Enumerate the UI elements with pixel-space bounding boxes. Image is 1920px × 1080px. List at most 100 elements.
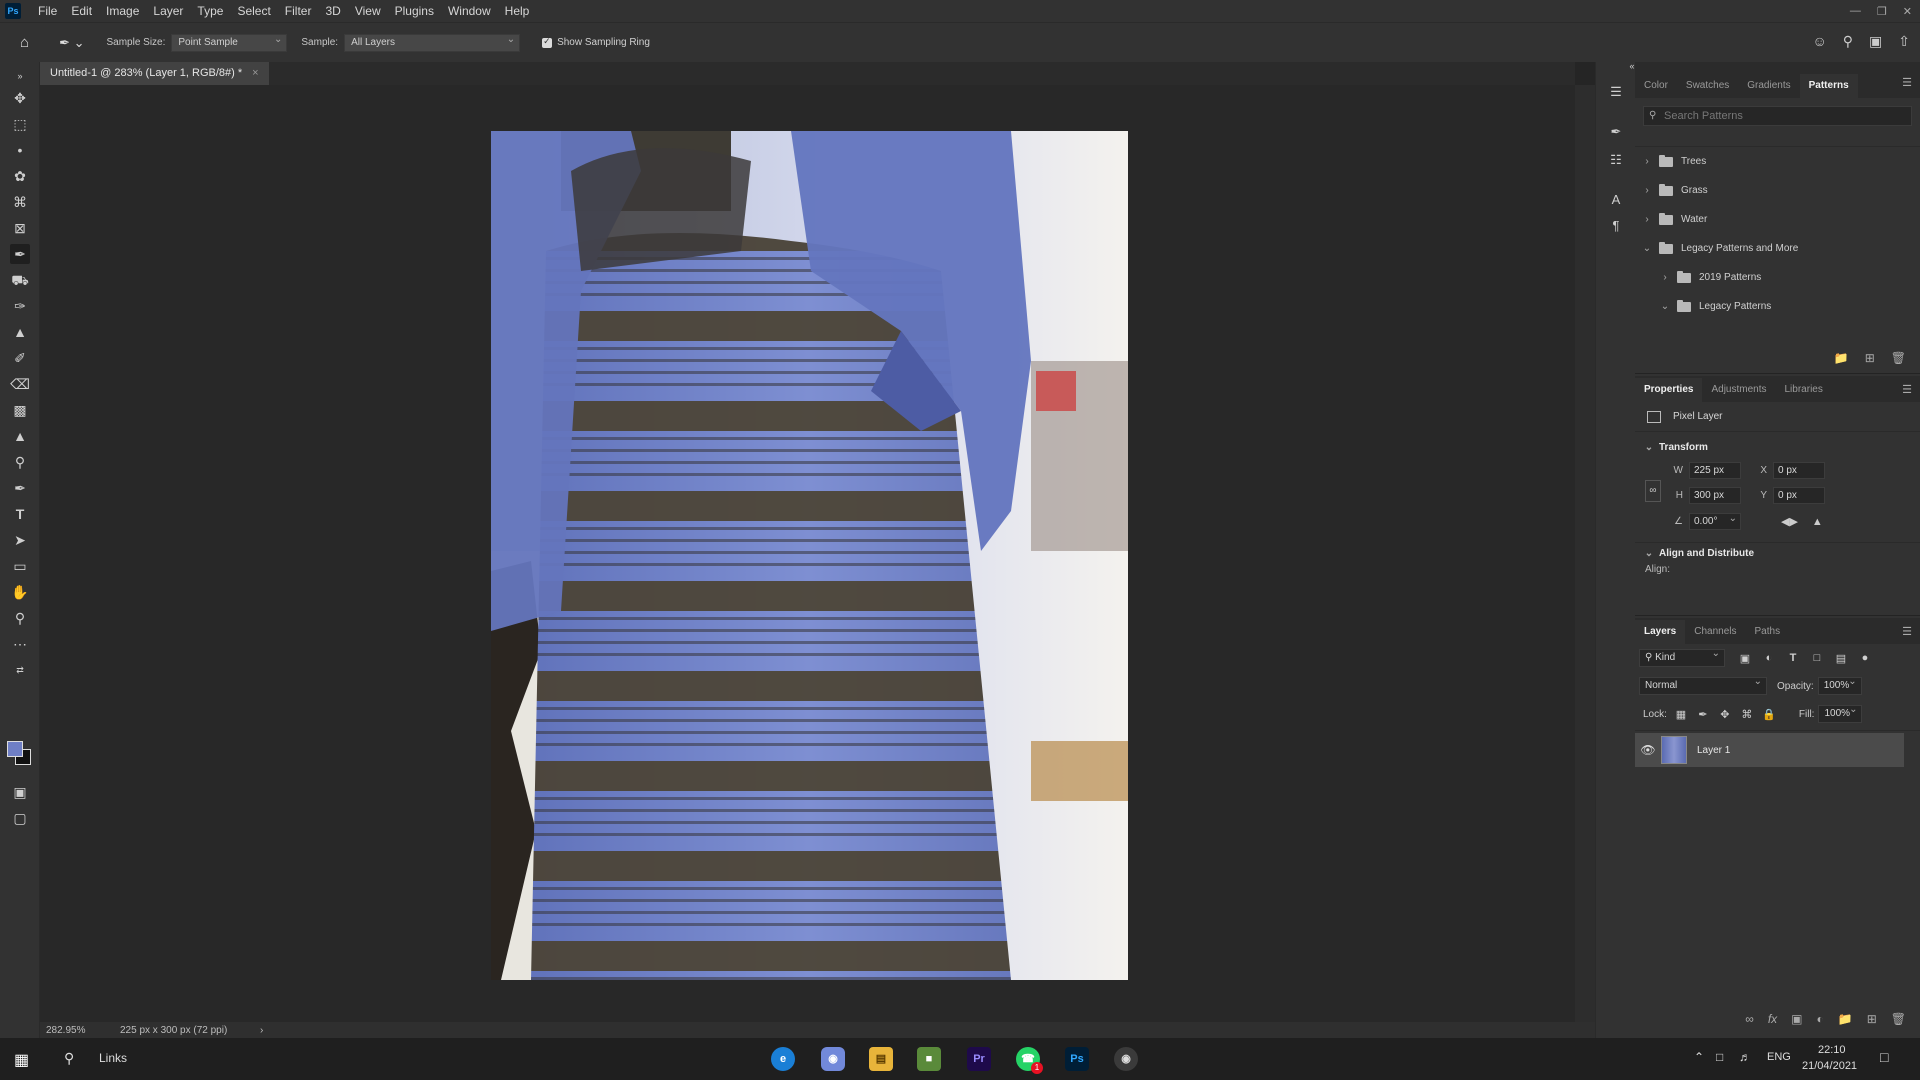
menu-edit[interactable]: Edit (64, 0, 99, 22)
properties-menu-icon[interactable]: ☰ (1902, 383, 1912, 396)
pattern-group-legacy[interactable]: ⌄ Legacy Patterns (1641, 292, 1920, 321)
dodge-tool-icon[interactable]: ⚲ (10, 452, 30, 472)
crop-tool-icon[interactable]: ⌘ (10, 192, 30, 212)
minimize-icon[interactable]: — (1850, 5, 1861, 17)
photoshop-taskbar-icon[interactable]: Ps (1065, 1047, 1089, 1071)
opacity-field[interactable]: 100% (1817, 674, 1862, 695)
new-layer-icon[interactable]: ⊞ (1867, 1012, 1877, 1026)
filter-toggle-icon[interactable]: ● (1857, 652, 1873, 664)
clone-stamp-tool-icon[interactable]: ▲ (10, 322, 30, 342)
height-field[interactable]: 300 px (1689, 487, 1741, 504)
delete-layer-icon[interactable]: 🗑 (1891, 1012, 1906, 1026)
angle-field[interactable]: 0.00° ⌄ (1689, 513, 1741, 530)
chevron-down-icon[interactable]: ⌄ (1659, 301, 1671, 312)
tab-color[interactable]: Color (1635, 74, 1677, 98)
lasso-tool-icon[interactable]: • (10, 140, 30, 160)
close-document-icon[interactable]: × (252, 62, 258, 85)
layer-thumbnail[interactable] (1661, 736, 1687, 764)
brush-settings-icon[interactable]: ✒ (1606, 122, 1626, 142)
healing-brush-tool-icon[interactable]: ⛟ (10, 270, 30, 290)
chevron-down-icon[interactable]: ⌄ (1643, 442, 1655, 453)
sample-select[interactable]: All Layers (344, 32, 521, 52)
search-icon[interactable]: ⚲ (1843, 33, 1853, 50)
visibility-eye-icon[interactable]: 👁 (1635, 743, 1661, 757)
eyedropper-preset-icon[interactable]: ✒ ⌄ (59, 35, 84, 51)
show-sampling-ring-checkbox[interactable] (542, 36, 553, 48)
new-group-icon[interactable]: 📁 (1838, 1012, 1853, 1026)
layer-style-icon[interactable]: fx (1768, 1012, 1777, 1026)
move-tool-icon[interactable]: ✥ (10, 88, 30, 108)
pattern-group-water[interactable]: › Water (1641, 205, 1920, 234)
chevron-right-icon[interactable]: › (1641, 185, 1653, 196)
windows-start-icon[interactable]: ▦ (14, 1050, 29, 1070)
home-icon[interactable]: ⌂ (20, 34, 29, 51)
photoshop-logo-icon[interactable]: Ps (5, 3, 21, 19)
menu-select[interactable]: Select (230, 0, 277, 22)
chevron-down-icon[interactable]: ⌄ (1641, 243, 1653, 254)
link-layers-icon[interactable]: ∞ (1745, 1012, 1754, 1026)
new-group-icon[interactable]: 📁 (1834, 351, 1849, 365)
menu-help[interactable]: Help (498, 0, 537, 22)
canvas-dress-image[interactable] (491, 131, 1128, 980)
filter-pixel-icon[interactable]: ▣ (1737, 652, 1753, 665)
patterns-menu-icon[interactable]: ☰ (1902, 76, 1912, 89)
type-tool-icon[interactable]: T (10, 504, 30, 524)
eyedropper-tool-icon[interactable]: ✒ (10, 244, 30, 264)
taskbar-search-icon[interactable]: ⚲ (64, 1050, 74, 1067)
tab-channels[interactable]: Channels (1685, 620, 1745, 644)
menu-3d[interactable]: 3D (318, 0, 347, 22)
transform-section-header[interactable]: ⌄ Transform (1635, 436, 1920, 458)
lock-transparent-icon[interactable]: ▦ (1673, 708, 1689, 721)
y-field[interactable]: 0 px (1773, 487, 1825, 504)
new-adjustment-layer-icon[interactable]: ◐ (1817, 1012, 1824, 1026)
menu-type[interactable]: Type (190, 0, 230, 22)
close-window-icon[interactable]: ✕ (1903, 5, 1912, 18)
eraser-tool-icon[interactable]: ⌫ (10, 374, 30, 394)
zoom-tool-icon[interactable]: ⚲ (10, 608, 30, 628)
filter-smart-object-icon[interactable]: ▤ (1833, 652, 1849, 665)
volume-icon[interactable]: ♬ (1739, 1050, 1751, 1064)
chevron-right-icon[interactable]: › (1641, 156, 1653, 167)
language-indicator[interactable]: ENG (1767, 1051, 1791, 1063)
x-field[interactable]: 0 px (1773, 462, 1825, 479)
vertical-scrollbar[interactable] (1575, 85, 1595, 1022)
tray-chevron-icon[interactable]: ⌃ (1694, 1050, 1704, 1064)
character-panel-icon[interactable]: A (1606, 190, 1626, 210)
filter-shape-icon[interactable]: □ (1809, 652, 1825, 664)
taskbar-search-label[interactable]: Links (99, 1051, 127, 1065)
clock-date[interactable]: 21/04/2021 (1802, 1060, 1857, 1072)
lock-artboard-icon[interactable]: ⌘ (1739, 708, 1755, 721)
pattern-group-legacy-more[interactable]: ⌄ Legacy Patterns and More (1641, 234, 1920, 263)
more-tools-icon[interactable]: ⋯ (10, 634, 30, 654)
angle-dropdown-icon[interactable]: ⌄ (1729, 511, 1737, 526)
chevron-right-icon[interactable]: › (1659, 272, 1671, 283)
quick-select-tool-icon[interactable]: ✿ (10, 166, 30, 186)
new-pattern-icon[interactable]: ⊞ (1865, 351, 1875, 365)
workspace-icon[interactable]: ▣ (1869, 33, 1882, 50)
link-dimensions-icon[interactable]: ∞ (1645, 480, 1661, 502)
edge-browser-icon[interactable]: e (771, 1047, 795, 1071)
lock-image-icon[interactable]: ✒ (1695, 708, 1711, 721)
swap-colors-icon[interactable]: ⇄ (10, 660, 30, 680)
clock-time[interactable]: 22:10 (1818, 1044, 1846, 1056)
history-brush-tool-icon[interactable]: ✐ (10, 348, 30, 368)
document-tab[interactable]: Untitled-1 @ 283% (Layer 1, RGB/8#) * × (40, 62, 269, 85)
marquee-tool-icon[interactable]: ⬚ (10, 114, 30, 134)
pen-tool-icon[interactable]: ✒ (10, 478, 30, 498)
filter-type-icon[interactable]: T (1785, 652, 1801, 664)
fill-field[interactable]: 100% (1818, 702, 1863, 723)
restore-icon[interactable]: ❐ (1877, 5, 1887, 18)
rectangle-tool-icon[interactable]: ▭ (10, 556, 30, 576)
flip-vertical-icon[interactable]: ▲ (1812, 516, 1823, 528)
lock-position-icon[interactable]: ✥ (1717, 708, 1733, 721)
menu-filter[interactable]: Filter (278, 0, 319, 22)
menu-view[interactable]: View (348, 0, 388, 22)
search-patterns-input[interactable]: ⚲ Search Patterns (1643, 106, 1912, 126)
tab-libraries[interactable]: Libraries (1776, 378, 1832, 402)
hand-tool-icon[interactable]: ✋ (10, 582, 30, 602)
tab-properties[interactable]: Properties (1635, 378, 1703, 402)
sample-size-select[interactable]: Point Sample (171, 32, 288, 52)
menu-image[interactable]: Image (99, 0, 146, 22)
menu-layer[interactable]: Layer (146, 0, 190, 22)
screen-mode-icon[interactable]: ▢ (10, 808, 30, 828)
